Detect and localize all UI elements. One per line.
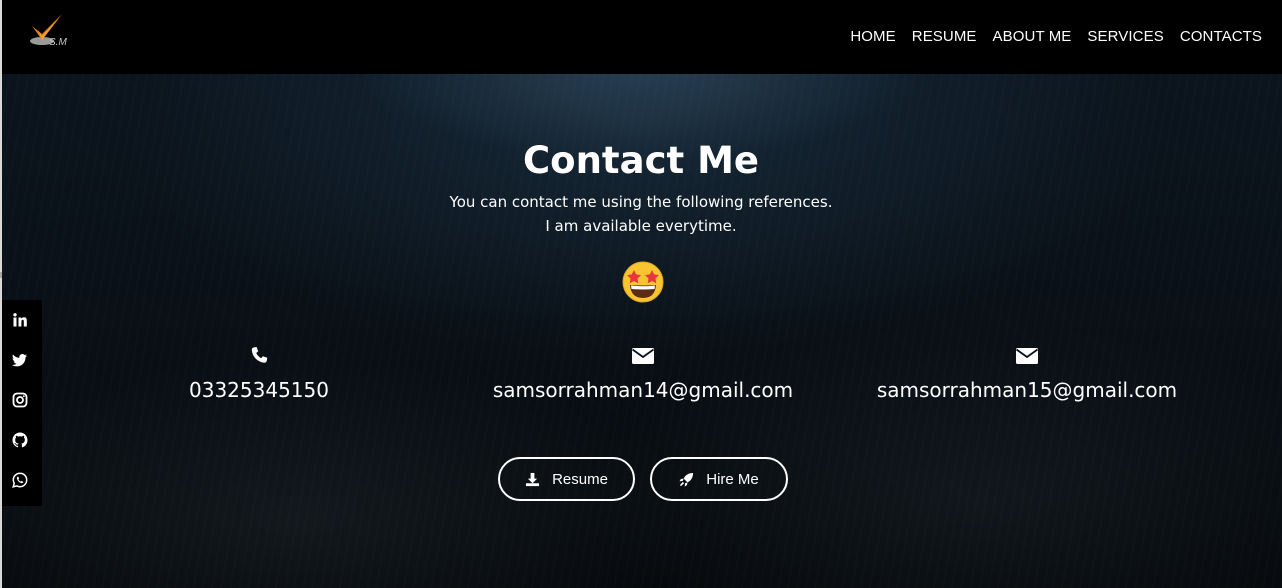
- github-icon[interactable]: [12, 432, 28, 448]
- nav-contacts-link[interactable]: CONTACTS: [1180, 27, 1262, 47]
- contact-email-2: samsorrahman15@gmail.com: [847, 344, 1207, 403]
- hire-me-button-label: Hire Me: [706, 470, 759, 488]
- linkedin-icon[interactable]: [12, 312, 28, 328]
- nav-home-link[interactable]: HOME: [850, 27, 895, 47]
- contact-phone: 03325345150: [159, 344, 359, 403]
- contact-email-1: samsorrahman14@gmail.com: [463, 344, 823, 403]
- nav-resume-link[interactable]: RESUME: [912, 27, 977, 47]
- envelope-icon: [1015, 348, 1039, 364]
- main-nav: HOME RESUME ABOUT ME SERVICES CONTACTS: [850, 27, 1262, 47]
- page: S.M HOME RESUME ABOUT ME SERVICES CONTAC…: [0, 0, 1282, 588]
- rocket-icon: [679, 472, 694, 487]
- phone-number[interactable]: 03325345150: [159, 377, 359, 403]
- hire-me-button[interactable]: Hire Me: [650, 457, 788, 501]
- social-sidebar: [2, 300, 42, 506]
- logo[interactable]: S.M: [26, 12, 80, 50]
- email-address-2[interactable]: samsorrahman15@gmail.com: [847, 377, 1207, 403]
- contact-section: Contact Me You can contact me using the …: [0, 74, 1282, 588]
- page-title: Contact Me: [523, 139, 759, 182]
- download-icon: [526, 472, 540, 486]
- twitter-icon[interactable]: [12, 352, 28, 368]
- subtitle-line-1: You can contact me using the following r…: [449, 193, 833, 211]
- resume-button[interactable]: Resume: [498, 457, 635, 501]
- phone-icon: [251, 347, 268, 363]
- top-navbar: S.M HOME RESUME ABOUT ME SERVICES CONTAC…: [2, 0, 1282, 74]
- subtitle-line-2: I am available everytime.: [545, 217, 737, 235]
- logo-text: S.M: [49, 37, 67, 48]
- envelope-icon: [631, 348, 655, 364]
- star-struck-emoji-icon: [622, 261, 664, 303]
- instagram-icon[interactable]: [12, 392, 28, 408]
- nav-about-link[interactable]: ABOUT ME: [993, 27, 1072, 47]
- whatsapp-icon[interactable]: [12, 472, 28, 488]
- email-address-1[interactable]: samsorrahman14@gmail.com: [463, 377, 823, 403]
- nav-services-link[interactable]: SERVICES: [1087, 27, 1163, 47]
- resume-button-label: Resume: [552, 470, 608, 488]
